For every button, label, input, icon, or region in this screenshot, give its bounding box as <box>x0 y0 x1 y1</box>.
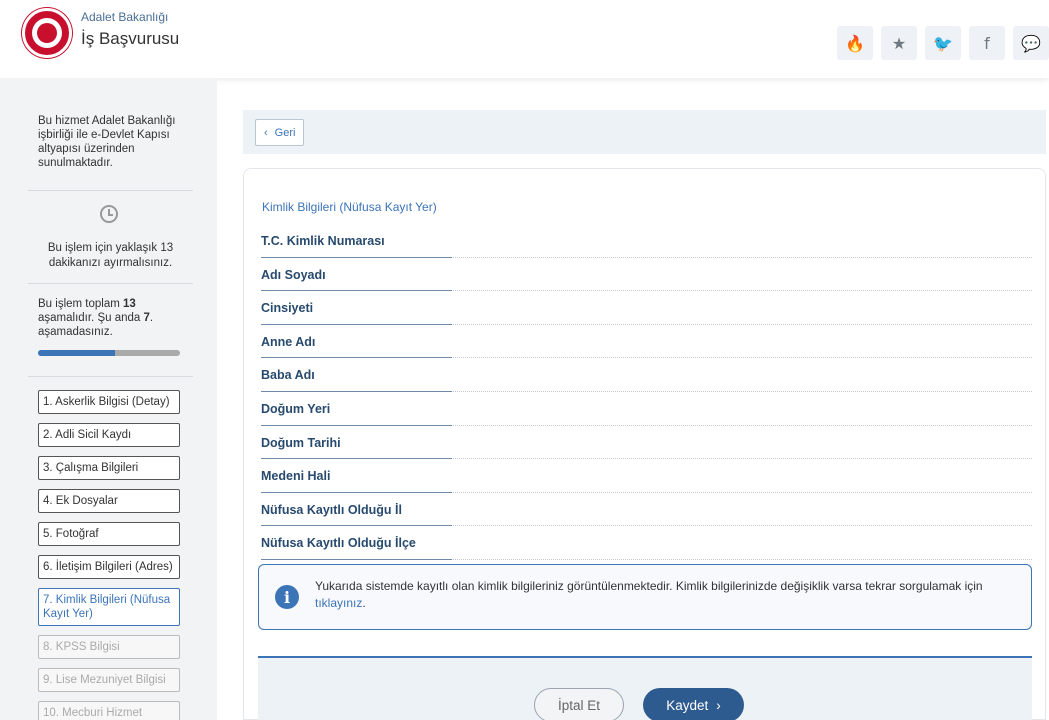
field-row: Nüfusa Kayıtlı Olduğu İl <box>261 493 1032 527</box>
save-button[interactable]: Kaydet › <box>643 688 744 720</box>
section-title: Kimlik Bilgileri (Nüfusa Kayıt Yer) <box>262 200 437 214</box>
field-label: Medeni Hali <box>261 469 331 484</box>
info-alert: i Yukarıda sistemde kayıtlı olan kimlik … <box>258 564 1032 630</box>
field-label: Baba Adı <box>261 368 315 383</box>
field-row: Adı Soyadı <box>261 258 1032 292</box>
star-icon[interactable]: ★ <box>881 26 917 60</box>
identity-card: Kimlik Bilgileri (Nüfusa Kayıt Yer) T.C.… <box>243 168 1046 720</box>
field-row: Cinsiyeti <box>261 291 1032 325</box>
action-bar: ‹ Geri <box>243 110 1046 154</box>
step-item[interactable]: 6. İletişim Bilgileri (Adres) <box>38 555 180 579</box>
step-item[interactable]: 5. Fotoğraf <box>38 522 180 546</box>
facebook-icon[interactable]: f <box>969 26 1005 60</box>
progress-bar-fill <box>38 350 115 356</box>
logo-emblem <box>32 18 62 48</box>
clock-icon <box>100 205 118 223</box>
field-label: Doğum Yeri <box>261 401 331 416</box>
divider <box>28 283 193 284</box>
field-row: Anne Adı <box>261 325 1032 359</box>
back-button[interactable]: ‹ Geri <box>255 119 305 146</box>
service-intro-text: Bu hizmet Adalet Bakanlığı işbirliği ile… <box>38 115 176 169</box>
step-item: 10. Mecburi Hizmet <box>38 701 180 720</box>
info-text: Yukarıda sistemde kayıtlı olan kimlik bi… <box>315 579 983 610</box>
org-name[interactable]: Adalet Bakanlığı <box>81 10 168 24</box>
step-item: 9. Lise Mezuniyet Bilgisi <box>38 668 180 692</box>
field-label: T.C. Kimlik Numarası <box>261 234 385 248</box>
field-label: Adı Soyadı <box>261 267 326 282</box>
back-button-label: Geri <box>274 126 296 139</box>
fire-icon[interactable]: 🔥 <box>837 26 873 60</box>
step-item[interactable]: 2. Adli Sicil Kaydı <box>38 423 180 447</box>
divider <box>28 376 193 377</box>
step-list: 1. Askerlik Bilgisi (Detay) 2. Adli Sicil… <box>38 390 180 720</box>
step-info-text: Bu işlem toplam 13 aşamalıdır. Şu anda 7… <box>38 298 154 338</box>
step-item[interactable]: 3. Çalışma Bilgileri <box>38 456 180 480</box>
progress-bar <box>38 350 180 356</box>
chevron-left-icon: ‹ <box>264 126 268 139</box>
save-button-label: Kaydet <box>666 697 709 713</box>
identity-fields: T.C. Kimlik Numarası Adı Soyadı Cinsiyeti A… <box>261 224 1032 560</box>
step-item[interactable]: 1. Askerlik Bilgisi (Detay) <box>38 390 180 414</box>
chevron-right-icon: › <box>716 697 721 713</box>
form-footer: İptal Et Kaydet › <box>258 658 1032 720</box>
step-item: 8. KPSS Bilgisi <box>38 635 180 659</box>
requery-link[interactable]: tıklayınız <box>315 596 362 610</box>
field-row: Doğum Tarihi <box>261 426 1032 460</box>
page-header: Adalet Bakanlığı İş Başvurusu 🔥 ★ 🐦 f 💬 <box>0 0 1049 78</box>
field-row: Baba Adı <box>261 358 1032 392</box>
field-row: Nüfusa Kayıtlı Olduğu İlçe <box>261 526 1032 560</box>
field-row: T.C. Kimlik Numarası <box>261 224 1032 258</box>
cancel-button[interactable]: İptal Et <box>534 688 624 720</box>
field-label: Doğum Tarihi <box>261 435 341 450</box>
field-label: Cinsiyeti <box>261 301 314 316</box>
estimated-time-text: Bu işlem için yaklaşık 13 dakikanızı ayı… <box>47 242 174 269</box>
ministry-logo[interactable] <box>22 8 72 58</box>
field-label: Anne Adı <box>261 334 316 349</box>
info-icon: i <box>275 585 299 609</box>
chat-icon[interactable]: 💬 <box>1013 26 1049 60</box>
sidebar: Bu hizmet Adalet Bakanlığı işbirliği ile… <box>0 78 217 720</box>
field-row: Doğum Yeri <box>261 392 1032 426</box>
divider <box>28 190 193 191</box>
step-item[interactable]: 7. Kimlik Bilgileri (Nüfusa Kayıt Yer) <box>38 588 180 626</box>
step-item[interactable]: 4. Ek Dosyalar <box>38 489 180 513</box>
field-label: Nüfusa Kayıtlı Olduğu İl <box>261 502 402 517</box>
field-label: Nüfusa Kayıtlı Olduğu İlçe <box>261 536 416 551</box>
field-row: Medeni Hali <box>261 459 1032 493</box>
twitter-icon[interactable]: 🐦 <box>925 26 961 60</box>
header-actions: 🔥 ★ 🐦 f 💬 <box>837 26 1049 60</box>
service-name: İş Başvurusu <box>81 29 180 48</box>
